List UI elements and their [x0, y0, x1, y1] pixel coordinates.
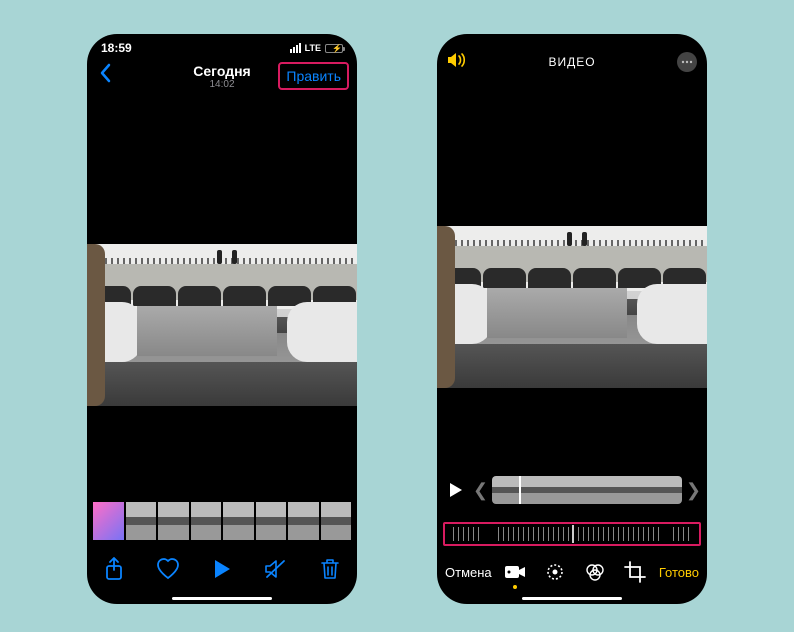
chevron-left-icon — [99, 63, 113, 83]
thumbnail[interactable] — [256, 502, 287, 540]
tool-video[interactable] — [504, 561, 526, 583]
phone-viewer: 18:59 LTE ⚡ Сегодня 14:02 Править — [87, 34, 357, 604]
slider-ticks — [451, 527, 693, 541]
trim-area: ❮ ❯ — [443, 474, 701, 506]
editor-video-preview[interactable] — [437, 226, 707, 388]
favorite-button[interactable] — [156, 557, 180, 581]
play-button[interactable] — [210, 557, 234, 581]
frame-strip[interactable] — [492, 476, 682, 504]
play-icon — [449, 482, 463, 498]
thumbnail-strip[interactable] — [87, 502, 357, 540]
mute-button[interactable] — [264, 557, 288, 581]
trim-start-handle[interactable]: ❮ — [473, 480, 488, 501]
cancel-button[interactable]: Отмена — [445, 565, 492, 580]
thumbnail[interactable] — [126, 502, 157, 540]
back-button[interactable] — [95, 63, 117, 89]
share-icon — [104, 557, 124, 581]
phone-editor: ВИДЕО ❮ — [437, 34, 707, 604]
video-preview[interactable] — [87, 244, 357, 406]
play-icon — [213, 559, 231, 579]
editor-header: ВИДЕО — [437, 42, 707, 82]
speaker-slash-icon — [264, 559, 288, 579]
trim-play-button[interactable] — [443, 477, 469, 503]
status-bar: 18:59 LTE ⚡ — [87, 34, 357, 58]
tool-adjust[interactable] — [544, 561, 566, 583]
nav-header: Сегодня 14:02 Править — [87, 58, 357, 94]
adjustment-slider[interactable] — [443, 522, 701, 546]
editor-title: ВИДЕО — [437, 55, 707, 69]
thumbnail[interactable] — [93, 502, 124, 540]
heart-icon — [156, 558, 180, 580]
home-indicator[interactable] — [522, 597, 622, 600]
thumbnail[interactable] — [191, 502, 222, 540]
home-indicator[interactable] — [172, 597, 272, 600]
tool-filters[interactable] — [584, 561, 606, 583]
editor-toolbar: Отмена — [437, 554, 707, 590]
thumbnail[interactable] — [321, 502, 352, 540]
status-time: 18:59 — [101, 41, 132, 55]
carrier-label: LTE — [305, 43, 321, 53]
status-right: LTE ⚡ — [290, 43, 343, 53]
filters-icon — [584, 562, 606, 582]
trash-icon — [320, 558, 340, 580]
battery-icon: ⚡ — [325, 44, 343, 53]
video-icon — [504, 564, 526, 580]
delete-button[interactable] — [318, 557, 342, 581]
edit-button[interactable]: Править — [278, 62, 349, 90]
thumbnail[interactable] — [223, 502, 254, 540]
crop-icon — [624, 561, 646, 583]
thumbnail[interactable] — [158, 502, 189, 540]
done-button[interactable]: Готово — [659, 565, 699, 580]
video-scene — [87, 244, 357, 406]
video-scene — [437, 226, 707, 388]
bottom-toolbar — [87, 548, 357, 590]
trim-end-handle[interactable]: ❯ — [686, 480, 701, 501]
tool-crop[interactable] — [624, 561, 646, 583]
cell-signal-icon — [290, 43, 301, 53]
adjust-icon — [544, 561, 566, 583]
share-button[interactable] — [102, 557, 126, 581]
thumbnail[interactable] — [288, 502, 319, 540]
